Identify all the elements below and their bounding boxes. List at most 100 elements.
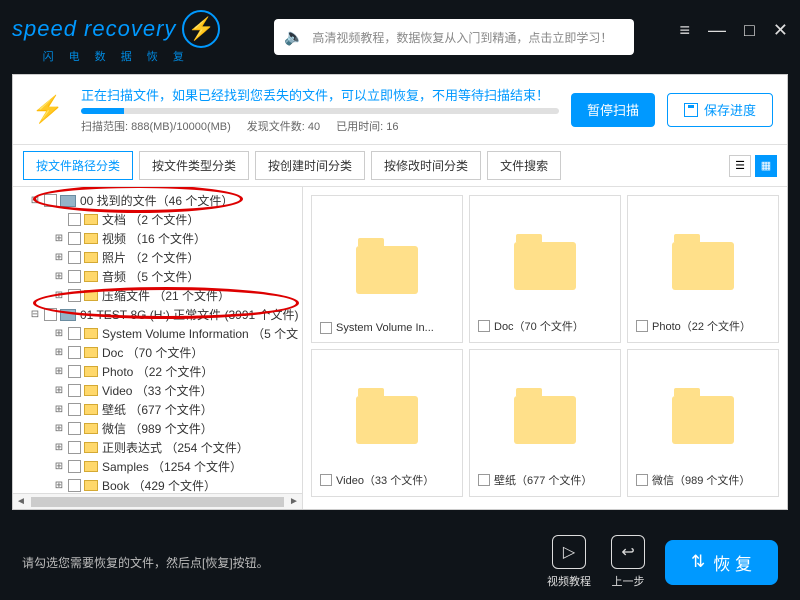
card-checkbox[interactable] (636, 320, 648, 332)
expand-icon[interactable]: ⊞ (53, 480, 65, 491)
tree-checkbox[interactable] (68, 213, 81, 226)
tree-checkbox[interactable] (44, 194, 57, 207)
tree-row[interactable]: ⊞ 压缩文件 （21 个文件） (13, 286, 303, 305)
expand-icon[interactable]: ⊞ (53, 328, 65, 339)
tree-label[interactable]: Samples （1254 个文件） (102, 458, 242, 475)
tree-label[interactable]: Photo （22 个文件） (102, 363, 213, 380)
expand-icon[interactable]: ⊞ (53, 461, 65, 472)
expand-icon[interactable]: ⊞ (53, 252, 65, 263)
expand-icon[interactable]: ⊞ (53, 423, 65, 434)
tree-checkbox[interactable] (68, 346, 81, 359)
recover-button[interactable]: ⇅ 恢 复 (665, 540, 778, 585)
expand-icon[interactable]: ⊞ (53, 271, 65, 282)
tree-checkbox[interactable] (68, 460, 81, 473)
folder-card[interactable]: Doc（70 个文件） (469, 195, 621, 343)
expand-icon[interactable]: ⊟ (29, 309, 41, 320)
tree-label[interactable]: System Volume Information （5 个文 (102, 325, 298, 342)
tree-label[interactable]: 01 TEST-8G (H:) 正常文件 (3991 个文件) (80, 306, 299, 323)
tree-row[interactable]: ⊞ Video （33 个文件） (13, 381, 303, 400)
tree-checkbox[interactable] (68, 251, 81, 264)
tree-checkbox[interactable] (68, 289, 81, 302)
tree-checkbox[interactable] (68, 441, 81, 454)
tree-row[interactable]: ⊞ 壁纸 （677 个文件） (13, 400, 303, 419)
play-icon: ▷ (563, 542, 575, 562)
tree-checkbox[interactable] (68, 327, 81, 340)
tree-label[interactable]: 正则表达式 （254 个文件） (102, 439, 249, 456)
tree-row[interactable]: ⊞ Samples （1254 个文件） (13, 457, 303, 476)
tree-row[interactable]: ⊞ Doc （70 个文件） (13, 343, 303, 362)
menu-icon[interactable]: ≡ (680, 20, 691, 41)
maximize-icon[interactable]: □ (744, 20, 755, 41)
expand-icon[interactable]: ⊞ (53, 442, 65, 453)
tab-by-created[interactable]: 按创建时间分类 (255, 151, 365, 180)
video-tutorial-button[interactable]: ▷ 视频教程 (547, 535, 591, 589)
expand-icon[interactable]: ⊞ (53, 347, 65, 358)
tree-label[interactable]: 视频 （16 个文件） (102, 230, 206, 247)
tree-row[interactable]: ⊞ 视频 （16 个文件） (13, 229, 303, 248)
tree-row[interactable]: ⊞ Photo （22 个文件） (13, 362, 303, 381)
folder-card[interactable]: Photo（22 个文件） (627, 195, 779, 343)
tree-checkbox[interactable] (68, 365, 81, 378)
tree-row[interactable]: ⊞ Book （429 个文件） (13, 476, 303, 493)
tree-row[interactable]: 文档 （2 个文件） (13, 210, 303, 229)
tree-row[interactable]: ⊞ 照片 （2 个文件） (13, 248, 303, 267)
tree-row[interactable]: ⊞ 微信 （989 个文件） (13, 419, 303, 438)
pause-scan-button[interactable]: 暂停扫描 (571, 93, 655, 127)
tree-checkbox[interactable] (44, 308, 57, 321)
tree-checkbox[interactable] (68, 270, 81, 283)
tab-by-type[interactable]: 按文件类型分类 (139, 151, 249, 180)
tree-label[interactable]: 壁纸 （677 个文件） (102, 401, 213, 418)
tree-row[interactable]: ⊞ 正则表达式 （254 个文件） (13, 438, 303, 457)
expand-icon[interactable]: ⊞ (53, 233, 65, 244)
close-icon[interactable]: ✕ (773, 20, 788, 41)
promo-banner[interactable]: 🔈 高清视频教程，数据恢复从入门到精通，点击立即学习！ (274, 19, 634, 55)
expand-icon[interactable]: ⊞ (53, 385, 65, 396)
tree-label[interactable]: 压缩文件 （21 个文件） (102, 287, 230, 304)
tree-label[interactable]: 音频 （5 个文件） (102, 268, 199, 285)
folder-icon (84, 252, 98, 263)
folder-card[interactable]: Video（33 个文件） (311, 349, 463, 497)
tab-search[interactable]: 文件搜索 (487, 151, 561, 180)
expand-icon[interactable]: ⊞ (53, 404, 65, 415)
folder-card[interactable]: 壁纸（677 个文件） (469, 349, 621, 497)
tree-label[interactable]: Book （429 个文件） (102, 477, 216, 493)
tree-row[interactable]: ⊞ 音频 （5 个文件） (13, 267, 303, 286)
scroll-left-icon[interactable]: ◄ (13, 496, 29, 507)
folder-icon (84, 404, 98, 415)
tree-label[interactable]: 照片 （2 个文件） (102, 249, 199, 266)
scroll-right-icon[interactable]: ► (286, 496, 302, 507)
tree-label[interactable]: 微信 （989 个文件） (102, 420, 213, 437)
folder-icon (672, 396, 734, 444)
view-grid-icon[interactable]: ▦ (755, 155, 777, 177)
file-tree[interactable]: ⊟00 找到的文件（46 个文件）文档 （2 个文件）⊞视频 （16 个文件）⊞… (13, 187, 303, 493)
tree-checkbox[interactable] (68, 479, 81, 492)
tree-row[interactable]: ⊟ 00 找到的文件（46 个文件） (13, 191, 303, 210)
tree-label[interactable]: Video （33 个文件） (102, 382, 213, 399)
tree-row[interactable]: ⊟ 01 TEST-8G (H:) 正常文件 (3991 个文件) (13, 305, 303, 324)
view-list-icon[interactable]: ☰ (729, 155, 751, 177)
card-checkbox[interactable] (320, 322, 332, 334)
minimize-icon[interactable]: — (708, 20, 726, 41)
tab-by-modified[interactable]: 按修改时间分类 (371, 151, 481, 180)
tree-checkbox[interactable] (68, 422, 81, 435)
tree-checkbox[interactable] (68, 384, 81, 397)
tree-h-scrollbar[interactable]: ◄ ► (13, 493, 302, 509)
back-button[interactable]: ↩ 上一步 (611, 535, 645, 589)
tree-label[interactable]: Doc （70 个文件） (102, 344, 203, 361)
card-checkbox[interactable] (478, 474, 490, 486)
tree-row[interactable]: ⊞ System Volume Information （5 个文 (13, 324, 303, 343)
card-checkbox[interactable] (478, 320, 490, 332)
folder-card[interactable]: System Volume In... (311, 195, 463, 343)
folder-card[interactable]: 微信（989 个文件） (627, 349, 779, 497)
save-progress-button[interactable]: 保存进度 (667, 93, 773, 127)
expand-icon[interactable]: ⊟ (29, 195, 41, 206)
tab-by-path[interactable]: 按文件路径分类 (23, 151, 133, 180)
expand-icon[interactable]: ⊞ (53, 366, 65, 377)
card-checkbox[interactable] (636, 474, 648, 486)
tree-label[interactable]: 00 找到的文件（46 个文件） (80, 192, 233, 209)
card-checkbox[interactable] (320, 474, 332, 486)
tree-checkbox[interactable] (68, 232, 81, 245)
tree-checkbox[interactable] (68, 403, 81, 416)
tree-label[interactable]: 文档 （2 个文件） (102, 211, 199, 228)
expand-icon[interactable]: ⊞ (53, 290, 65, 301)
